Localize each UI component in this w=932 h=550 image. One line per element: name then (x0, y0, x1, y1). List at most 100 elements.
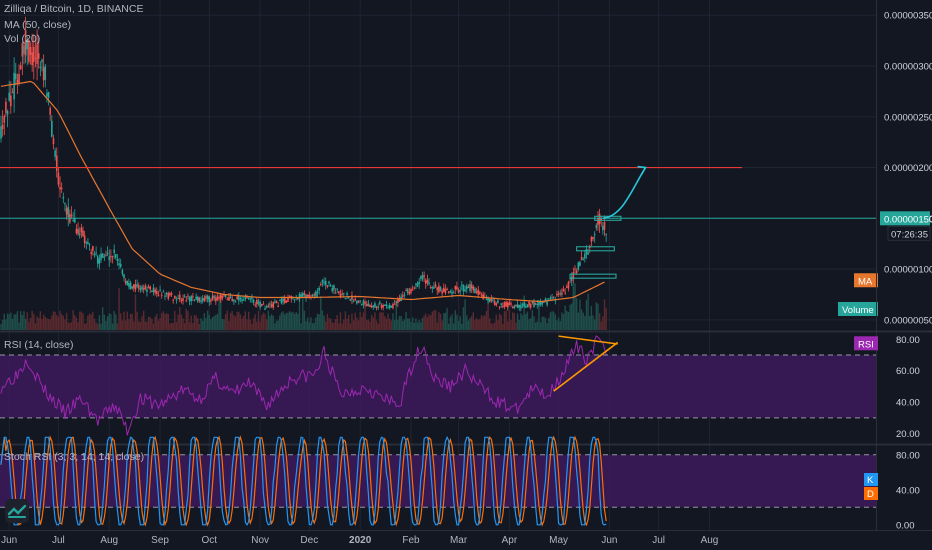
rsi-legend: RSI (14, close) (4, 339, 74, 351)
volume-bar (182, 318, 184, 330)
rsi-axis-label: 20.00 (896, 429, 920, 440)
volume-bar (265, 319, 268, 330)
candle-body (113, 249, 115, 253)
candle-body (492, 299, 494, 301)
volume-bar (403, 319, 406, 330)
volume-bar (521, 315, 524, 330)
volume-bar (530, 318, 532, 330)
candle-body (170, 293, 173, 295)
chart-canvas[interactable]: Jun Jul Aug Sep Oct Nov Dec 2020 Feb Mar Apr May Jun… (0, 0, 932, 550)
candle-body (103, 256, 106, 258)
candle-body (137, 285, 140, 289)
candle-body (536, 303, 539, 305)
volume-bar (272, 315, 274, 330)
volume-bar (531, 310, 534, 330)
candle-body (193, 299, 196, 301)
candle-body (39, 66, 42, 69)
volume-bar (541, 316, 543, 330)
candle-body (128, 283, 130, 287)
volume-bar (274, 323, 276, 330)
volume-bar (315, 317, 317, 330)
candle-body (374, 303, 376, 308)
candle-body (529, 304, 532, 308)
volume-bar (525, 313, 527, 330)
volume-bar (561, 312, 563, 330)
volume-bar (428, 314, 430, 330)
candle-body (361, 303, 363, 305)
candle-body (3, 116, 6, 123)
volume-bar (434, 310, 437, 330)
tradingview-logo-icon[interactable] (5, 499, 29, 523)
candle-body (418, 281, 420, 284)
volume-bar (589, 315, 591, 330)
candle-body (582, 259, 584, 261)
candle-body (416, 283, 419, 287)
volume-bar (388, 318, 391, 330)
x-tick-label: Aug (701, 535, 719, 546)
volume-bar (285, 312, 288, 330)
candle-body (520, 305, 522, 309)
candle-body (575, 270, 578, 274)
volume-bar (1, 319, 4, 330)
candle-body (78, 233, 81, 236)
volume-bar (566, 310, 568, 330)
volume-bar (147, 316, 150, 330)
volume-bar (247, 311, 250, 330)
volume-bar (180, 314, 183, 330)
volume-bar (557, 317, 560, 330)
candle-body (192, 296, 194, 298)
candle-body (580, 257, 583, 260)
candle-body (531, 302, 534, 304)
volume-bar (234, 316, 237, 330)
volume-bar (23, 311, 25, 330)
candle-body (98, 258, 101, 264)
rsi-axis-label: 80.00 (896, 335, 920, 346)
volume-bar (405, 311, 407, 330)
candle-body (21, 43, 24, 57)
x-tick-label: Sep (151, 535, 169, 546)
volume-bar (538, 305, 540, 330)
candle-body (395, 301, 398, 303)
volume-bar (195, 315, 197, 330)
volume-bar (336, 315, 338, 330)
volume-bar (571, 303, 573, 330)
volume-bar (490, 323, 493, 330)
candle-body (457, 289, 460, 293)
candle-body (413, 287, 416, 289)
volume-bar (579, 299, 581, 330)
volume-bar (551, 311, 553, 330)
volume-bar (231, 311, 233, 330)
candle-body (502, 305, 504, 307)
candle-body (495, 303, 498, 306)
volume-bar (533, 316, 535, 330)
candle-body (44, 66, 47, 80)
candle-body (438, 285, 440, 293)
volume-bar (290, 312, 292, 330)
candle-body (451, 291, 453, 294)
volume-bar (311, 323, 314, 330)
candle-body (36, 44, 38, 65)
candle-body (75, 228, 78, 234)
volume-bar (338, 323, 340, 330)
volume-bar (439, 313, 442, 330)
volume-bar (187, 311, 189, 330)
volume-bar (569, 304, 571, 330)
candle-body (426, 279, 429, 283)
volume-bar (59, 310, 61, 330)
volume-bar (19, 311, 22, 330)
candle-body (349, 298, 352, 301)
volume-bar (382, 312, 384, 330)
candle-body (429, 287, 432, 289)
candle-body (584, 253, 586, 259)
candle-body (459, 290, 461, 292)
volume-bar (44, 316, 46, 330)
volume-bar (218, 301, 220, 330)
volume-bar (259, 321, 261, 330)
volume-bar (21, 314, 24, 330)
volume-bar (88, 313, 91, 330)
volume-bar (351, 313, 353, 330)
rsi-band (0, 355, 876, 418)
candle-body (393, 303, 396, 305)
candle-body (518, 305, 521, 308)
volume-bar (221, 318, 224, 330)
